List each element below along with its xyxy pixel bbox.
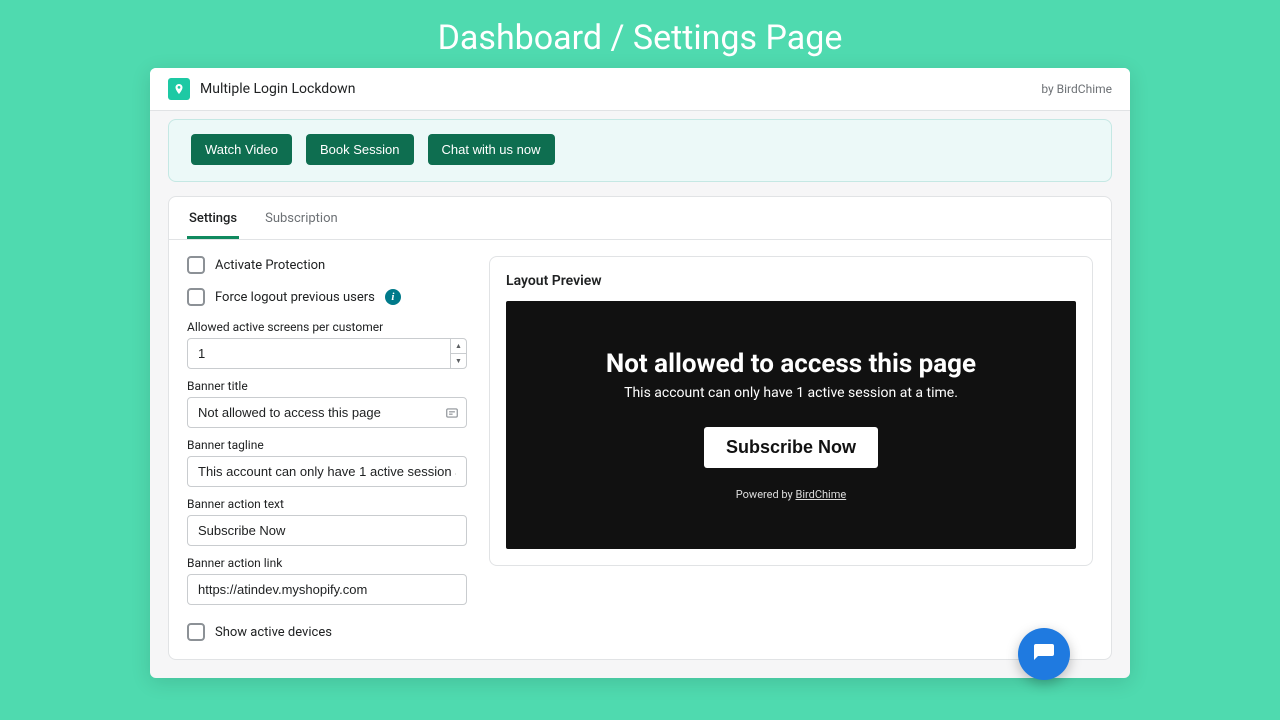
spinner-up-icon[interactable]: ▲ bbox=[451, 339, 466, 354]
preview-footer-link[interactable]: BirdChime bbox=[795, 488, 846, 501]
text-field-icon bbox=[445, 406, 459, 420]
allowed-screens-label: Allowed active screens per customer bbox=[187, 320, 467, 334]
preview-heading: Not allowed to access this page bbox=[606, 349, 976, 379]
page-heading: Dashboard / Settings Page bbox=[0, 0, 1280, 68]
preview-cta-button[interactable]: Subscribe Now bbox=[704, 427, 878, 468]
app-title: Multiple Login Lockdown bbox=[200, 81, 355, 97]
banner-action-text-label: Banner action text bbox=[187, 497, 467, 511]
banner-tagline-label: Banner tagline bbox=[187, 438, 467, 452]
tab-settings[interactable]: Settings bbox=[187, 197, 239, 239]
help-banner: Watch Video Book Session Chat with us no… bbox=[168, 119, 1112, 182]
preview-section-title: Layout Preview bbox=[506, 273, 1076, 289]
show-active-devices-label: Show active devices bbox=[215, 625, 332, 640]
byline: by BirdChime bbox=[1041, 82, 1112, 96]
activate-protection-checkbox[interactable] bbox=[187, 256, 205, 274]
layout-preview-card: Layout Preview Not allowed to access thi… bbox=[489, 256, 1093, 566]
app-logo-icon bbox=[168, 78, 190, 100]
show-active-devices-checkbox[interactable] bbox=[187, 623, 205, 641]
tabs: Settings Subscription bbox=[169, 197, 1111, 240]
book-session-button[interactable]: Book Session bbox=[306, 134, 414, 165]
banner-tagline-input[interactable] bbox=[187, 456, 467, 487]
tab-subscription[interactable]: Subscription bbox=[263, 197, 340, 239]
force-logout-label: Force logout previous users bbox=[215, 290, 375, 305]
activate-protection-label: Activate Protection bbox=[215, 258, 325, 273]
banner-action-link-label: Banner action link bbox=[187, 556, 467, 570]
app-header: Multiple Login Lockdown by BirdChime bbox=[150, 68, 1130, 111]
force-logout-checkbox[interactable] bbox=[187, 288, 205, 306]
banner-title-input[interactable] bbox=[187, 397, 467, 428]
spinner-down-icon[interactable]: ▼ bbox=[451, 354, 466, 368]
info-icon[interactable]: i bbox=[385, 289, 401, 305]
watch-video-button[interactable]: Watch Video bbox=[191, 134, 292, 165]
preview-footer: Powered by BirdChime bbox=[736, 488, 846, 501]
number-spinner[interactable]: ▲ ▼ bbox=[450, 339, 466, 368]
chat-icon bbox=[1032, 642, 1056, 666]
banner-action-text-input[interactable] bbox=[187, 515, 467, 546]
app-window: Multiple Login Lockdown by BirdChime Wat… bbox=[150, 68, 1130, 678]
main-card: Settings Subscription Activate Protectio… bbox=[168, 196, 1112, 660]
chat-fab[interactable] bbox=[1018, 628, 1070, 680]
preview-tagline: This account can only have 1 active sess… bbox=[624, 385, 958, 401]
preview-footer-prefix: Powered by bbox=[736, 488, 796, 501]
preview-frame: Not allowed to access this page This acc… bbox=[506, 301, 1076, 549]
allowed-screens-input[interactable] bbox=[187, 338, 467, 369]
settings-form: Activate Protection Force logout previou… bbox=[187, 256, 467, 641]
chat-now-button[interactable]: Chat with us now bbox=[428, 134, 555, 165]
banner-action-link-input[interactable] bbox=[187, 574, 467, 605]
banner-title-label: Banner title bbox=[187, 379, 467, 393]
